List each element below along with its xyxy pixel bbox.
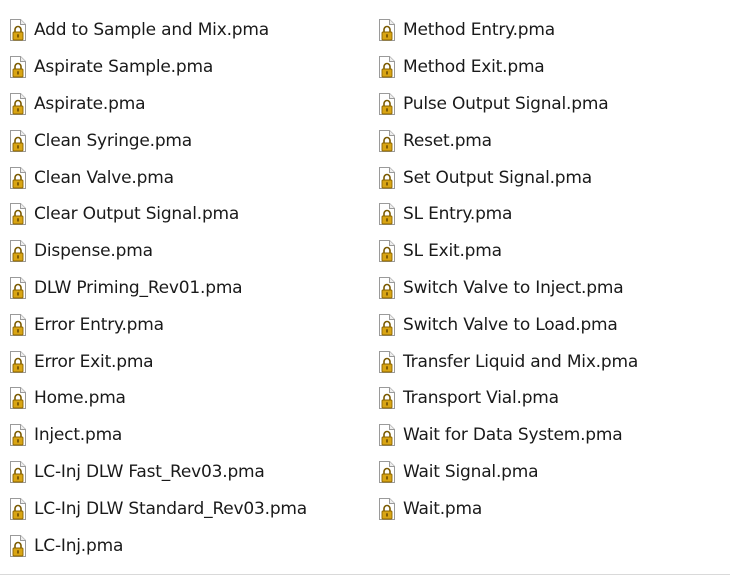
file-name: Aspirate.pma: [34, 93, 146, 114]
locked-file-icon: [10, 276, 26, 299]
locked-file-icon: [379, 276, 395, 299]
file-item-left-0[interactable]: Add to Sample and Mix.pma: [8, 12, 368, 49]
file-list: Add to Sample and Mix.pma Aspirate Sampl…: [0, 0, 730, 572]
file-item-right-3[interactable]: Reset.pma: [377, 122, 730, 159]
file-item-left-5[interactable]: Clear Output Signal.pma: [8, 196, 368, 233]
file-name: Add to Sample and Mix.pma: [34, 20, 269, 41]
file-name: Clean Valve.pma: [34, 167, 174, 188]
file-name: SL Exit.pma: [403, 241, 502, 262]
file-item-right-6[interactable]: SL Exit.pma: [377, 233, 730, 270]
file-item-right-10[interactable]: Transport Vial.pma: [377, 380, 730, 417]
file-item-right-2[interactable]: Pulse Output Signal.pma: [377, 86, 730, 123]
file-name: LC-Inj DLW Fast_Rev03.pma: [34, 461, 265, 482]
locked-file-icon: [10, 387, 26, 410]
file-name: Set Output Signal.pma: [403, 167, 592, 188]
file-name: LC-Inj.pma: [34, 535, 124, 556]
file-item-left-1[interactable]: Aspirate Sample.pma: [8, 49, 368, 86]
locked-file-icon: [10, 240, 26, 263]
locked-file-icon: [379, 497, 395, 520]
file-item-right-7[interactable]: Switch Valve to Inject.pma: [377, 270, 730, 307]
file-name: Clear Output Signal.pma: [34, 204, 240, 225]
file-name: Switch Valve to Inject.pma: [403, 277, 624, 298]
locked-file-icon: [379, 92, 395, 115]
file-name: Switch Valve to Load.pma: [403, 314, 618, 335]
file-name: Error Entry.pma: [34, 314, 164, 335]
locked-file-icon: [379, 166, 395, 189]
file-item-left-13[interactable]: LC-Inj DLW Standard_Rev03.pma: [8, 490, 368, 527]
file-name: Transfer Liquid and Mix.pma: [403, 351, 639, 372]
locked-file-icon: [10, 203, 26, 226]
locked-file-icon: [379, 19, 395, 42]
locked-file-icon: [379, 387, 395, 410]
locked-file-icon: [10, 92, 26, 115]
locked-file-icon: [10, 534, 26, 557]
locked-file-icon: [379, 313, 395, 336]
file-name: Error Exit.pma: [34, 351, 154, 372]
file-item-right-5[interactable]: SL Entry.pma: [377, 196, 730, 233]
locked-file-icon: [379, 240, 395, 263]
file-item-left-9[interactable]: Error Exit.pma: [8, 343, 368, 380]
locked-file-icon: [10, 129, 26, 152]
file-item-left-2[interactable]: Aspirate.pma: [8, 86, 368, 123]
locked-file-icon: [379, 203, 395, 226]
file-column-left: Add to Sample and Mix.pma Aspirate Sampl…: [8, 12, 368, 564]
file-name: Method Exit.pma: [403, 57, 545, 78]
locked-file-icon: [10, 56, 26, 79]
file-name: Dispense.pma: [34, 241, 153, 262]
file-name: Home.pma: [34, 388, 126, 409]
file-item-left-3[interactable]: Clean Syringe.pma: [8, 122, 368, 159]
file-item-left-11[interactable]: Inject.pma: [8, 417, 368, 454]
file-name: Method Entry.pma: [403, 20, 555, 41]
file-item-left-4[interactable]: Clean Valve.pma: [8, 159, 368, 196]
file-item-left-12[interactable]: LC-Inj DLW Fast_Rev03.pma: [8, 454, 368, 491]
locked-file-icon: [10, 350, 26, 373]
locked-file-icon: [10, 166, 26, 189]
file-item-right-12[interactable]: Wait Signal.pma: [377, 454, 730, 491]
locked-file-icon: [10, 460, 26, 483]
file-item-right-0[interactable]: Method Entry.pma: [377, 12, 730, 49]
locked-file-icon: [10, 19, 26, 42]
file-column-right: Method Entry.pma Method Exit.pma Pulse O…: [377, 12, 730, 527]
file-name: Clean Syringe.pma: [34, 130, 193, 151]
file-name: Wait for Data System.pma: [403, 425, 623, 446]
file-name: LC-Inj DLW Standard_Rev03.pma: [34, 498, 308, 519]
file-name: Aspirate Sample.pma: [34, 57, 214, 78]
file-name: Pulse Output Signal.pma: [403, 93, 609, 114]
file-name: DLW Priming_Rev01.pma: [34, 277, 243, 298]
file-item-right-13[interactable]: Wait.pma: [377, 490, 730, 527]
file-item-left-7[interactable]: DLW Priming_Rev01.pma: [8, 270, 368, 307]
divider: [0, 574, 730, 575]
locked-file-icon: [379, 460, 395, 483]
file-name: Transport Vial.pma: [403, 388, 559, 409]
file-name: Wait.pma: [403, 498, 483, 519]
file-name: Inject.pma: [34, 425, 123, 446]
file-name: Reset.pma: [403, 130, 492, 151]
file-item-right-9[interactable]: Transfer Liquid and Mix.pma: [377, 343, 730, 380]
file-item-left-10[interactable]: Home.pma: [8, 380, 368, 417]
file-item-right-1[interactable]: Method Exit.pma: [377, 49, 730, 86]
locked-file-icon: [10, 313, 26, 336]
file-name: SL Entry.pma: [403, 204, 513, 225]
file-item-left-8[interactable]: Error Entry.pma: [8, 306, 368, 343]
file-item-right-4[interactable]: Set Output Signal.pma: [377, 159, 730, 196]
locked-file-icon: [379, 424, 395, 447]
file-item-right-11[interactable]: Wait for Data System.pma: [377, 417, 730, 454]
locked-file-icon: [379, 350, 395, 373]
locked-file-icon: [379, 129, 395, 152]
file-name: Wait Signal.pma: [403, 461, 539, 482]
file-item-left-14[interactable]: LC-Inj.pma: [8, 527, 368, 564]
locked-file-icon: [379, 56, 395, 79]
locked-file-icon: [10, 424, 26, 447]
locked-file-icon: [10, 497, 26, 520]
file-item-left-6[interactable]: Dispense.pma: [8, 233, 368, 270]
file-item-right-8[interactable]: Switch Valve to Load.pma: [377, 306, 730, 343]
